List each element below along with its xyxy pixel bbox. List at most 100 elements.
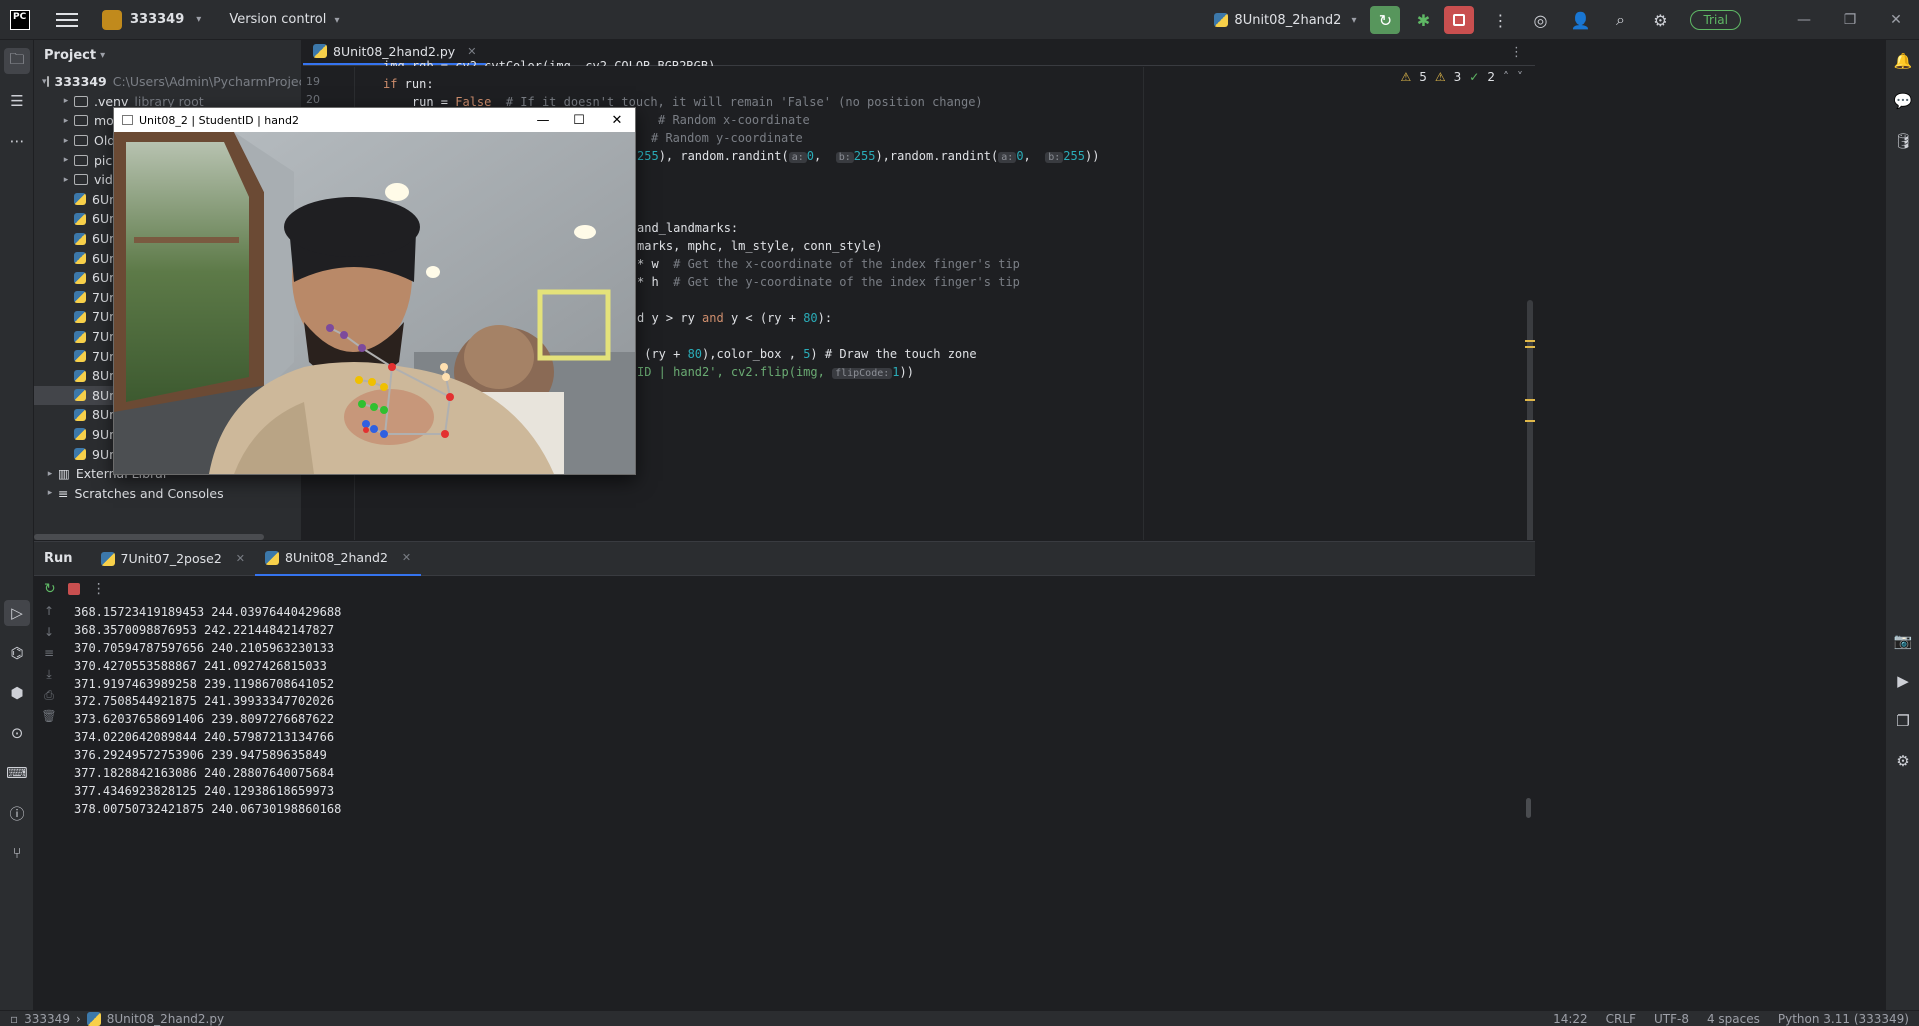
maximize-icon[interactable]: ☐ (561, 108, 597, 132)
tree-root-path: C:\Users\Admin\PycharmProjects\3 (112, 74, 301, 90)
run-tab[interactable]: 7Unit07_2pose2 ✕ (91, 542, 255, 576)
warning-marker[interactable] (1525, 399, 1535, 401)
python-icon (100, 551, 115, 566)
python-file-icon (74, 389, 86, 402)
settings-gear-icon[interactable]: ⚙ (1890, 748, 1916, 774)
camera-window[interactable]: Unit08_2 | StudentID | hand2 — ☐ ✕ (113, 107, 636, 475)
project-panel-header[interactable]: Project ▾ (34, 40, 301, 70)
scroll-to-end-icon[interactable]: ⤓ (34, 667, 64, 688)
minimize-icon[interactable]: — (1781, 0, 1827, 40)
minimize-icon[interactable]: — (525, 108, 561, 132)
console-line: 370.70594787597656 240.2105963230133 (74, 640, 335, 655)
more-tools-icon[interactable]: ⋯ (4, 128, 30, 154)
camera-icon[interactable]: 📷 (1890, 628, 1916, 654)
console-scrollbar[interactable] (1526, 798, 1531, 818)
ai-chat-icon[interactable]: 💬 (1890, 88, 1916, 114)
restore-icon[interactable]: ❐ (1827, 0, 1873, 40)
close-icon[interactable]: ✕ (599, 108, 635, 132)
close-tab-icon[interactable]: ✕ (236, 552, 245, 565)
run-panel-title: Run (44, 551, 73, 566)
camera-window-title: Unit08_2 | StudentID | hand2 (139, 113, 299, 127)
trash-icon[interactable]: 🗑 (34, 709, 64, 730)
warning-count: 5 (1419, 70, 1427, 84)
close-tab-icon[interactable]: ✕ (467, 45, 476, 58)
stop-icon[interactable] (67, 583, 80, 595)
project-switcher[interactable]: 333349 ▾ (102, 9, 201, 30)
rerun-button[interactable]: ↻ (1370, 6, 1401, 34)
search-icon[interactable]: ⌕ (1604, 6, 1636, 34)
folder-icon (74, 95, 88, 107)
folder-icon (74, 115, 88, 127)
editor-options-icon[interactable]: ⋮ (1510, 40, 1523, 65)
notifications-icon[interactable]: 🔔 (1890, 48, 1916, 74)
services-icon[interactable]: ⊙ (4, 720, 30, 746)
more-options-icon[interactable]: ⋮ (92, 581, 106, 597)
console-output[interactable]: 368.15723419189453 244.03976440429688 368… (74, 604, 341, 819)
python-packages-icon[interactable]: ⬢ (4, 680, 30, 706)
library-icon: ▥ (58, 466, 70, 482)
print-icon[interactable]: ⎙ (34, 688, 64, 709)
code-line: d y > ry and y < (ry + 80): (637, 311, 833, 325)
terminal-icon[interactable]: ⌨ (4, 760, 30, 786)
file-encoding[interactable]: UTF-8 (1654, 1012, 1689, 1026)
line-separator[interactable]: CRLF (1606, 1012, 1636, 1026)
tree-scratches[interactable]: ▸ ≡ Scratches and Consoles (34, 483, 301, 503)
run-configuration-selector[interactable]: 8Unit08_2hand2 ▾ (1214, 13, 1356, 28)
code-line: if run: (383, 77, 434, 91)
python-file-icon (74, 330, 86, 343)
stop-button[interactable] (1444, 6, 1475, 34)
project-folder-icon[interactable]: 🗀 (4, 48, 30, 74)
status-file[interactable]: 8Unit08_2hand2.py (107, 1012, 224, 1026)
run-toolbar: ↻ ⋮ (34, 576, 1535, 602)
run-tool-icon[interactable]: ▷ (4, 600, 30, 626)
python-console-icon[interactable]: ⌬ (4, 640, 30, 666)
chevron-down-icon[interactable]: ˅ (1517, 70, 1523, 84)
tree-root-label: 333349 (54, 74, 107, 90)
more-actions-icon[interactable]: ⋮ (1484, 6, 1516, 34)
weak-warning-count: 3 (1453, 70, 1462, 84)
trial-badge[interactable]: Trial (1690, 10, 1741, 30)
warning-icon: ⚠ (1400, 70, 1412, 84)
debug-button[interactable]: ✱ (1408, 6, 1438, 34)
close-icon[interactable]: ✕ (1873, 0, 1919, 40)
git-icon[interactable]: ⑂ (4, 840, 30, 866)
database-icon[interactable]: 🛢 (1890, 128, 1916, 154)
chevron-up-icon[interactable]: ˄ (1503, 70, 1509, 84)
breadcrumb-separator-icon: › (75, 1011, 81, 1026)
python-interpreter[interactable]: Python 3.11 (333349) (1778, 1012, 1909, 1026)
main-menu-icon[interactable] (56, 12, 78, 27)
video-icon[interactable]: ▶ (1890, 668, 1916, 694)
python-icon (1214, 13, 1229, 27)
scroll-up-icon[interactable]: ↑ (34, 604, 64, 625)
expand-arrow-icon: ▾ (42, 76, 47, 87)
soft-wrap-icon[interactable]: ≡ (34, 646, 64, 667)
copy-icon[interactable]: ❐ (1890, 708, 1916, 734)
version-control-menu[interactable]: Version control ▾ (229, 12, 339, 27)
run-tab-label: 7Unit07_2pose2 (120, 551, 222, 566)
inspection-widget[interactable]: ⚠ 5 ⚠ 3 ✓ 2 ˄ ˅ (1400, 70, 1523, 84)
warning-marker[interactable] (1525, 340, 1535, 342)
warning-marker[interactable] (1525, 420, 1535, 422)
close-tab-icon[interactable]: ✕ (402, 551, 411, 564)
rerun-icon[interactable]: ↻ (44, 581, 56, 597)
indent-setting[interactable]: 4 spaces (1707, 1012, 1760, 1026)
warning-marker[interactable] (1525, 346, 1535, 348)
run-tab-active[interactable]: 8Unit08_2hand2 ✕ (255, 542, 422, 576)
python-file-icon (74, 212, 86, 225)
scroll-down-icon[interactable]: ↓ (34, 625, 64, 646)
caret-position[interactable]: 14:22 (1553, 1012, 1588, 1026)
ai-assistant-icon[interactable]: ◎ (1524, 6, 1556, 34)
console-line: 376.29249572753906 239.947589635849 (74, 748, 327, 763)
structure-icon[interactable]: ☰ (4, 88, 30, 114)
console-line: 377.4346923828125 240.12938618659973 (74, 783, 335, 798)
status-project[interactable]: 333349 (24, 1012, 70, 1026)
horizontal-scrollbar[interactable] (34, 534, 264, 540)
python-file-icon (74, 428, 86, 441)
python-file-icon (74, 369, 86, 382)
gear-icon[interactable]: ⚙ (1644, 6, 1676, 34)
scratches-icon: ≡ (58, 485, 69, 501)
problems-icon[interactable]: ⓘ (4, 800, 30, 826)
check-count: 2 (1487, 70, 1495, 84)
tree-root[interactable]: ▾ 333349 C:\Users\Admin\PycharmProjects\… (34, 72, 301, 92)
add-user-icon[interactable]: 👤 (1564, 6, 1596, 34)
